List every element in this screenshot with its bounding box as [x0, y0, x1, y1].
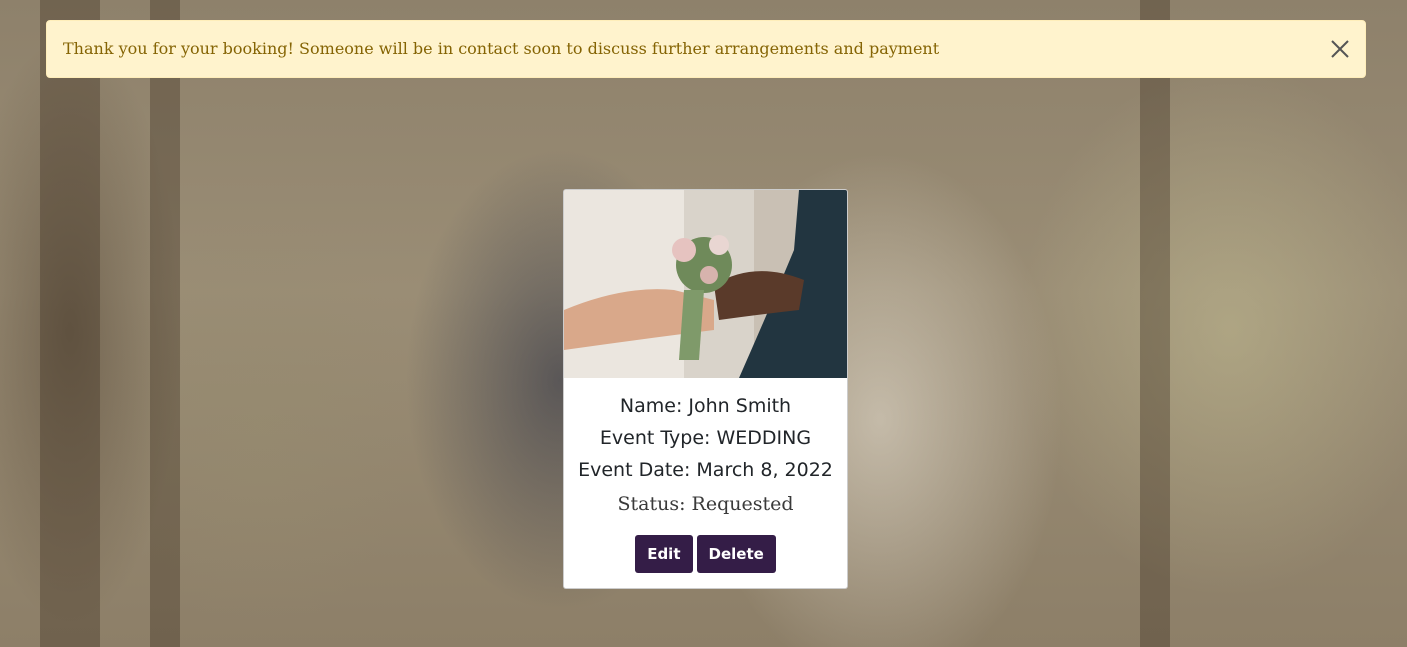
booking-event-date: Event Date: March 8, 2022: [578, 459, 833, 481]
alert-message: Thank you for your booking! Someone will…: [63, 39, 940, 58]
booking-name: Name: John Smith: [619, 395, 792, 417]
close-button[interactable]: [1329, 38, 1351, 60]
close-icon: [1331, 40, 1349, 58]
edit-button[interactable]: Edit: [635, 535, 693, 573]
booking-event-type: Event Type: WEDDING: [599, 427, 812, 449]
delete-button[interactable]: Delete: [696, 535, 776, 573]
booking-confirmation-alert: Thank you for your booking! Someone will…: [46, 20, 1366, 78]
booking-details: Name: John Smith Event Type: WEDDING Eve…: [564, 390, 847, 521]
booking-status: Status: Requested: [617, 493, 794, 515]
tree-trunk: [40, 0, 100, 647]
booking-actions: Edit Delete: [564, 535, 847, 573]
tree-trunk: [150, 0, 180, 647]
tree-trunk: [1140, 0, 1170, 647]
wedding-rings-photo: [564, 190, 847, 378]
booking-card: Name: John Smith Event Type: WEDDING Eve…: [563, 189, 848, 589]
